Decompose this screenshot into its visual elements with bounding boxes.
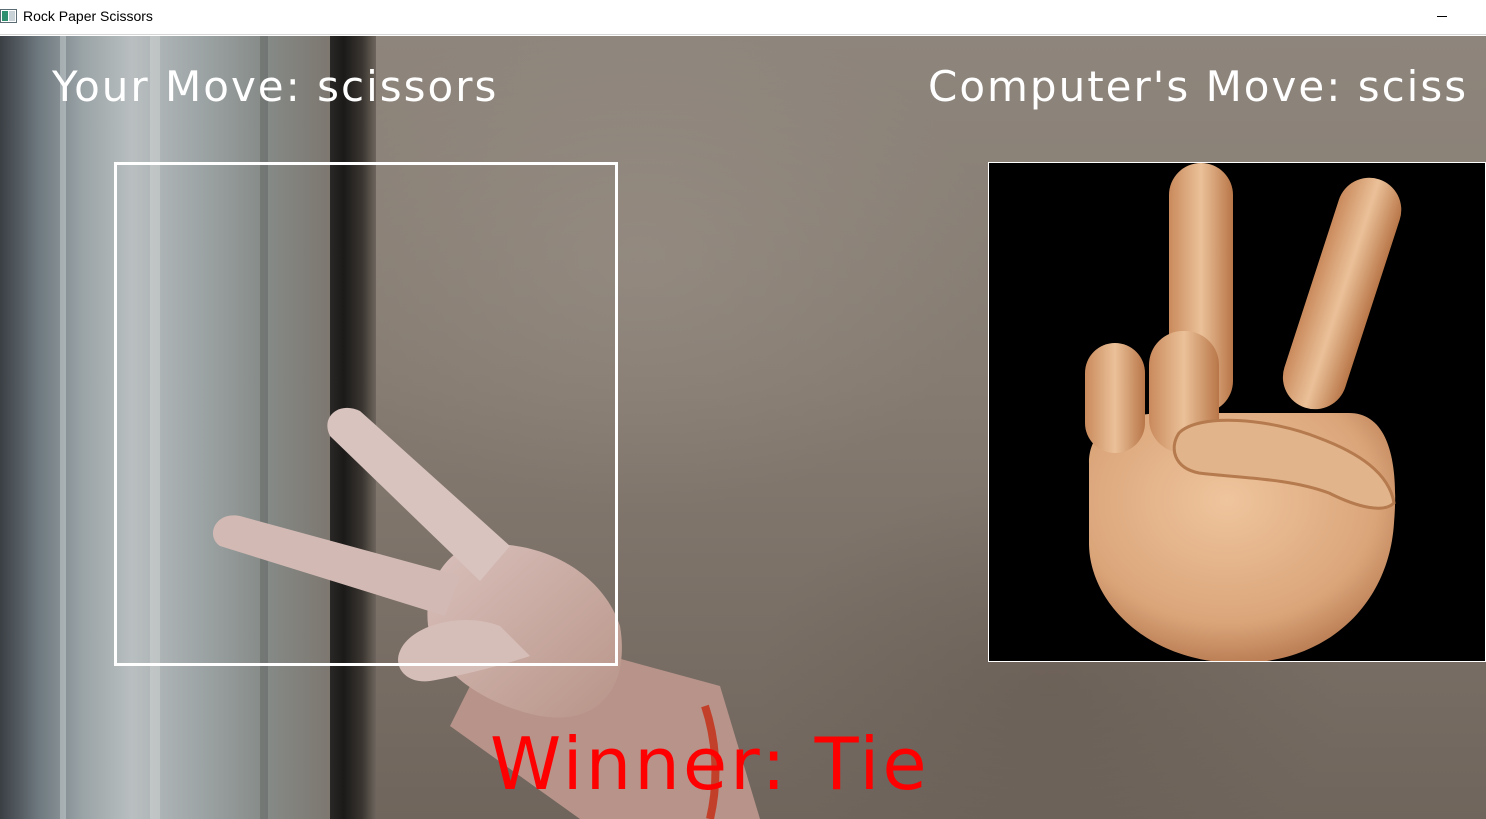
user-move-label: Your Move: scissors (52, 62, 499, 111)
computer-move-panel (988, 162, 1486, 662)
title-bar: Rock Paper Scissors (0, 0, 1486, 35)
victory-hand-emoji-icon (1085, 163, 1402, 661)
curtain-fold (60, 36, 66, 819)
window-title: Rock Paper Scissors (23, 8, 153, 24)
minimize-button[interactable] (1420, 0, 1464, 34)
hand-detection-box (114, 162, 618, 666)
app-icon (0, 9, 17, 23)
winner-label: Winner: Tie (490, 722, 930, 806)
computer-move-label: Computer's Move: sciss (928, 62, 1469, 111)
camera-frame: Your Move: scissors Computer's Move: sci… (0, 36, 1486, 819)
